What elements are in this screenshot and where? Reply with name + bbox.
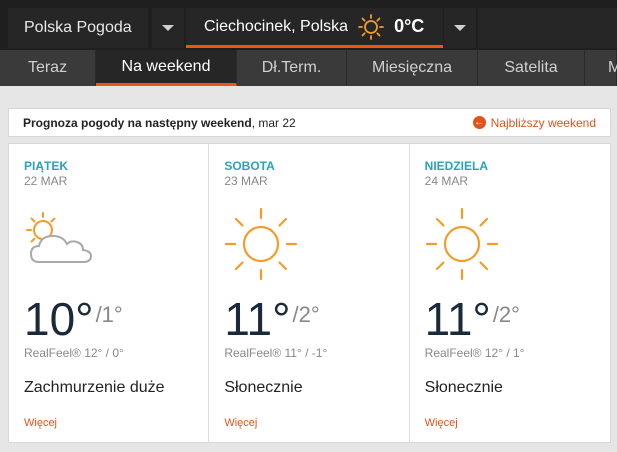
chevron-down-icon xyxy=(454,25,466,31)
next-weekend-link-label: Najbliższy weekend xyxy=(490,115,596,130)
weather-description: Słonecznie xyxy=(224,379,303,396)
high-temperature: 11° xyxy=(424,293,491,345)
day-card[interactable]: NIEDZIELA 24 MAR 11° /2° RealFeel® 12° /… xyxy=(410,144,610,442)
day-date: 23 MAR xyxy=(224,174,268,188)
sun-icon xyxy=(425,207,498,281)
low-temperature: /1° xyxy=(95,302,123,327)
temperature-range: 11° /2° xyxy=(425,296,520,342)
more-link[interactable]: Więcej xyxy=(425,417,458,429)
day-date: 24 MAR xyxy=(424,174,469,188)
day-date: 22 MAR xyxy=(24,174,68,188)
day-card[interactable]: SOBOTA 23 MAR 11° /2° RealFeel® 11° / -1… xyxy=(209,144,410,442)
arrow-left-icon: ← xyxy=(472,116,486,129)
realfeel: RealFeel® 11° / -1° xyxy=(224,346,328,360)
site-dropdown-button[interactable] xyxy=(152,8,184,48)
day-name: NIEDZIELA xyxy=(424,159,488,173)
weather-description: Słonecznie xyxy=(424,379,503,396)
page-title: Prognoza pogody na następny weekend, mar… xyxy=(23,115,296,130)
tab-more[interactable]: M xyxy=(585,50,617,86)
forecast-tabs: Teraz Na weekend Dł.Term. Miesięczna Sat… xyxy=(0,50,617,86)
low-temperature: /2° xyxy=(492,302,520,327)
temperature-range: 11° /2° xyxy=(224,296,319,342)
high-temperature: 10° xyxy=(24,293,94,345)
sun-icon xyxy=(225,207,298,281)
weather-description: Zachmurzenie duże xyxy=(24,379,165,396)
more-link[interactable]: Więcej xyxy=(224,417,257,429)
partly-cloudy-icon xyxy=(26,212,93,263)
tab-miesieczna[interactable]: Miesięczna xyxy=(347,50,478,86)
weekend-cards: PIĄTEK 22 MAR 10° /1° RealFeel® 12° / 0°… xyxy=(8,143,611,443)
high-temperature: 11° xyxy=(224,293,291,345)
tab-dl-term[interactable]: Dł.Term. xyxy=(237,50,347,86)
top-bar: Polska Pogoda Ciechocinek, Polska 0°C xyxy=(0,0,617,50)
more-link[interactable]: Więcej xyxy=(24,417,57,429)
site-selector[interactable]: Polska Pogoda xyxy=(8,8,148,48)
tab-teraz[interactable]: Teraz xyxy=(0,50,96,86)
location-label: Ciechocinek, Polska xyxy=(204,17,349,35)
forecast-header: Prognoza pogody na następny weekend, mar… xyxy=(8,108,611,137)
topbar-spacer xyxy=(478,8,617,48)
day-name: PIĄTEK xyxy=(24,159,69,173)
location-dropdown-button[interactable] xyxy=(444,8,476,48)
day-name: SOBOTA xyxy=(224,159,275,173)
current-temperature: 0°C xyxy=(394,16,425,36)
tab-na-weekend[interactable]: Na weekend xyxy=(96,50,237,86)
temperature-range: 10° /1° xyxy=(24,296,123,342)
location-selector[interactable]: Ciechocinek, Polska 0°C xyxy=(186,8,443,48)
realfeel: RealFeel® 12° / 0° xyxy=(24,346,124,360)
chevron-down-icon xyxy=(162,25,174,31)
tab-satelita[interactable]: Satelita xyxy=(478,50,585,86)
low-temperature: /2° xyxy=(292,302,320,327)
site-label: Polska Pogoda xyxy=(24,19,132,36)
next-weekend-link[interactable]: ← Najbliższy weekend xyxy=(472,115,596,130)
realfeel: RealFeel® 12° / 1° xyxy=(424,346,525,360)
day-card[interactable]: PIĄTEK 22 MAR 10° /1° RealFeel® 12° / 0°… xyxy=(9,144,210,442)
sun-icon xyxy=(358,13,384,40)
